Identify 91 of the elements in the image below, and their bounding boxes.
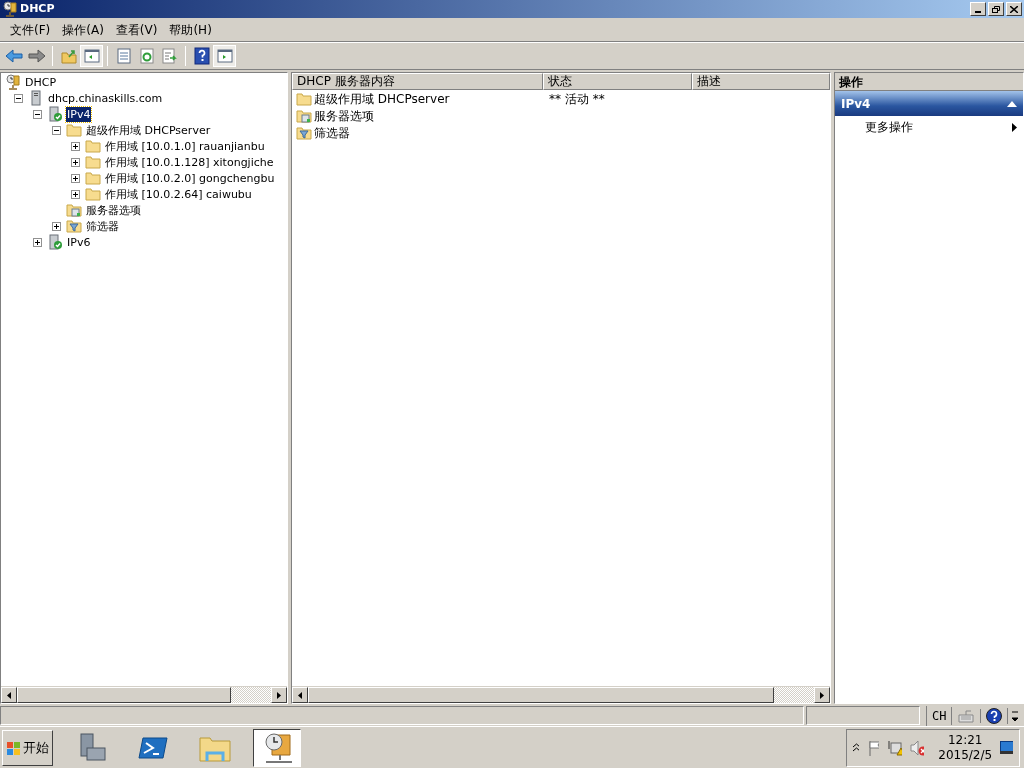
close-icon [1010, 5, 1018, 13]
folder-icon [85, 186, 101, 202]
list-item[interactable]: 服务器选项 [314, 106, 374, 125]
toolbar-button[interactable] [80, 45, 103, 67]
menu-item[interactable]: 查看(V) [109, 20, 164, 39]
start-button[interactable]: 开始 [2, 729, 53, 766]
help-icon[interactable] [986, 707, 1003, 724]
scroll-left-button[interactable] [1, 687, 17, 703]
expand-toggle[interactable] [33, 237, 42, 247]
tree-item[interactable]: IPv6 [66, 234, 92, 250]
restore-button[interactable] [988, 2, 1004, 16]
menu-item[interactable]: 操作(A) [56, 20, 110, 39]
collapse-toggle[interactable] [52, 125, 61, 135]
show-desktop-icon[interactable] [1000, 740, 1013, 755]
app-icon [2, 1, 18, 17]
speaker-muted-icon[interactable] [909, 739, 925, 756]
options-caret-icon[interactable] [1011, 708, 1020, 723]
flag-icon[interactable] [866, 739, 880, 756]
filter-icon [296, 124, 312, 141]
column-header[interactable]: 状态 [543, 73, 692, 90]
arrow-left-icon [298, 691, 302, 699]
folder-up-icon [60, 48, 77, 64]
menu-item[interactable]: 帮助(H) [163, 20, 218, 39]
horizontal-scrollbar[interactable] [1, 686, 287, 703]
column-header[interactable]: 描述 [692, 73, 830, 90]
tree-item[interactable]: 作用域 [10.0.2.0] gongchengbu [104, 170, 276, 186]
network-warning-icon[interactable] [887, 739, 902, 756]
options-icon [296, 107, 312, 124]
actions-header: 操作 [835, 73, 1023, 91]
server-ok-icon [47, 234, 63, 250]
tree-item[interactable]: DHCP [24, 74, 58, 90]
status-cell-text: ** 活动 ** [548, 90, 605, 108]
tree-item[interactable]: 服务器选项 [85, 202, 142, 218]
scroll-thumb[interactable] [308, 687, 774, 703]
panel-icon [216, 48, 233, 64]
menu-item[interactable]: 文件(F) [4, 20, 57, 39]
help-icon [193, 47, 210, 65]
list-item[interactable]: 筛选器 [314, 123, 350, 142]
actions-section-header[interactable]: IPv4 [835, 91, 1023, 116]
expand-toggle[interactable] [52, 221, 61, 231]
scroll-right-button[interactable] [814, 687, 830, 703]
tree-item[interactable]: IPv4 [66, 106, 92, 122]
language-indicator[interactable]: CH [927, 706, 953, 725]
minimize-button[interactable] [970, 2, 986, 16]
tree-item[interactable]: 作用域 [10.0.1.128] xitongjiche [104, 154, 275, 170]
close-button[interactable] [1006, 2, 1022, 16]
arrow-right-icon [277, 691, 281, 699]
tree-item[interactable]: 超级作用域 DHCPserver [85, 122, 212, 138]
tree-item[interactable]: dhcp.chinaskills.com [47, 90, 164, 106]
back-arrow-icon [4, 48, 23, 64]
action-item[interactable]: 更多操作 [835, 116, 1023, 138]
options-icon [66, 202, 82, 218]
windows-logo-icon [6, 739, 22, 756]
folder-icon [85, 154, 101, 170]
refresh-icon [138, 48, 155, 64]
clock-time[interactable]: 12:21 [947, 732, 983, 748]
server-icon [28, 90, 44, 106]
expand-toggle[interactable] [71, 173, 80, 183]
tree-item[interactable]: 作用域 [10.0.2.64] caiwubu [104, 186, 253, 202]
list-item[interactable]: 超级作用域 DHCPserver [314, 89, 450, 108]
taskbar-app-button[interactable] [253, 728, 301, 767]
submenu-arrow-icon [1012, 122, 1017, 132]
clock-date[interactable]: 2015/2/5 [938, 747, 993, 763]
expand-toggle[interactable] [71, 189, 80, 199]
tree-item[interactable]: 筛选器 [85, 218, 120, 234]
scroll-left-button[interactable] [292, 687, 308, 703]
chevron-up-icon[interactable] [853, 743, 859, 752]
arrow-left-icon [7, 691, 11, 699]
horizontal-scrollbar[interactable] [292, 686, 830, 703]
filter-icon [66, 218, 82, 234]
expand-toggle[interactable] [71, 157, 80, 167]
tree-item[interactable]: 作用域 [10.0.1.0] rauanjianbu [104, 138, 266, 154]
panel-icon [83, 48, 100, 64]
properties-icon [115, 48, 132, 64]
collapse-toggle[interactable] [33, 109, 42, 119]
toolbar-button[interactable] [213, 45, 236, 67]
folder-icon [66, 122, 82, 138]
expand-toggle[interactable] [71, 141, 80, 151]
folder-icon [85, 138, 101, 154]
folder-icon [296, 90, 312, 107]
scroll-thumb[interactable] [17, 687, 231, 703]
arrow-right-icon [820, 691, 824, 699]
forward-arrow-icon [27, 48, 46, 64]
restore-icon [992, 5, 1000, 13]
server-ok-icon [47, 106, 63, 122]
collapse-toggle[interactable] [14, 93, 23, 103]
export-list-icon [161, 48, 178, 64]
scroll-right-button[interactable] [271, 687, 287, 703]
folder-icon [85, 170, 101, 186]
window-title: DHCP [20, 0, 55, 17]
column-header[interactable]: DHCP 服务器内容 [292, 73, 543, 90]
